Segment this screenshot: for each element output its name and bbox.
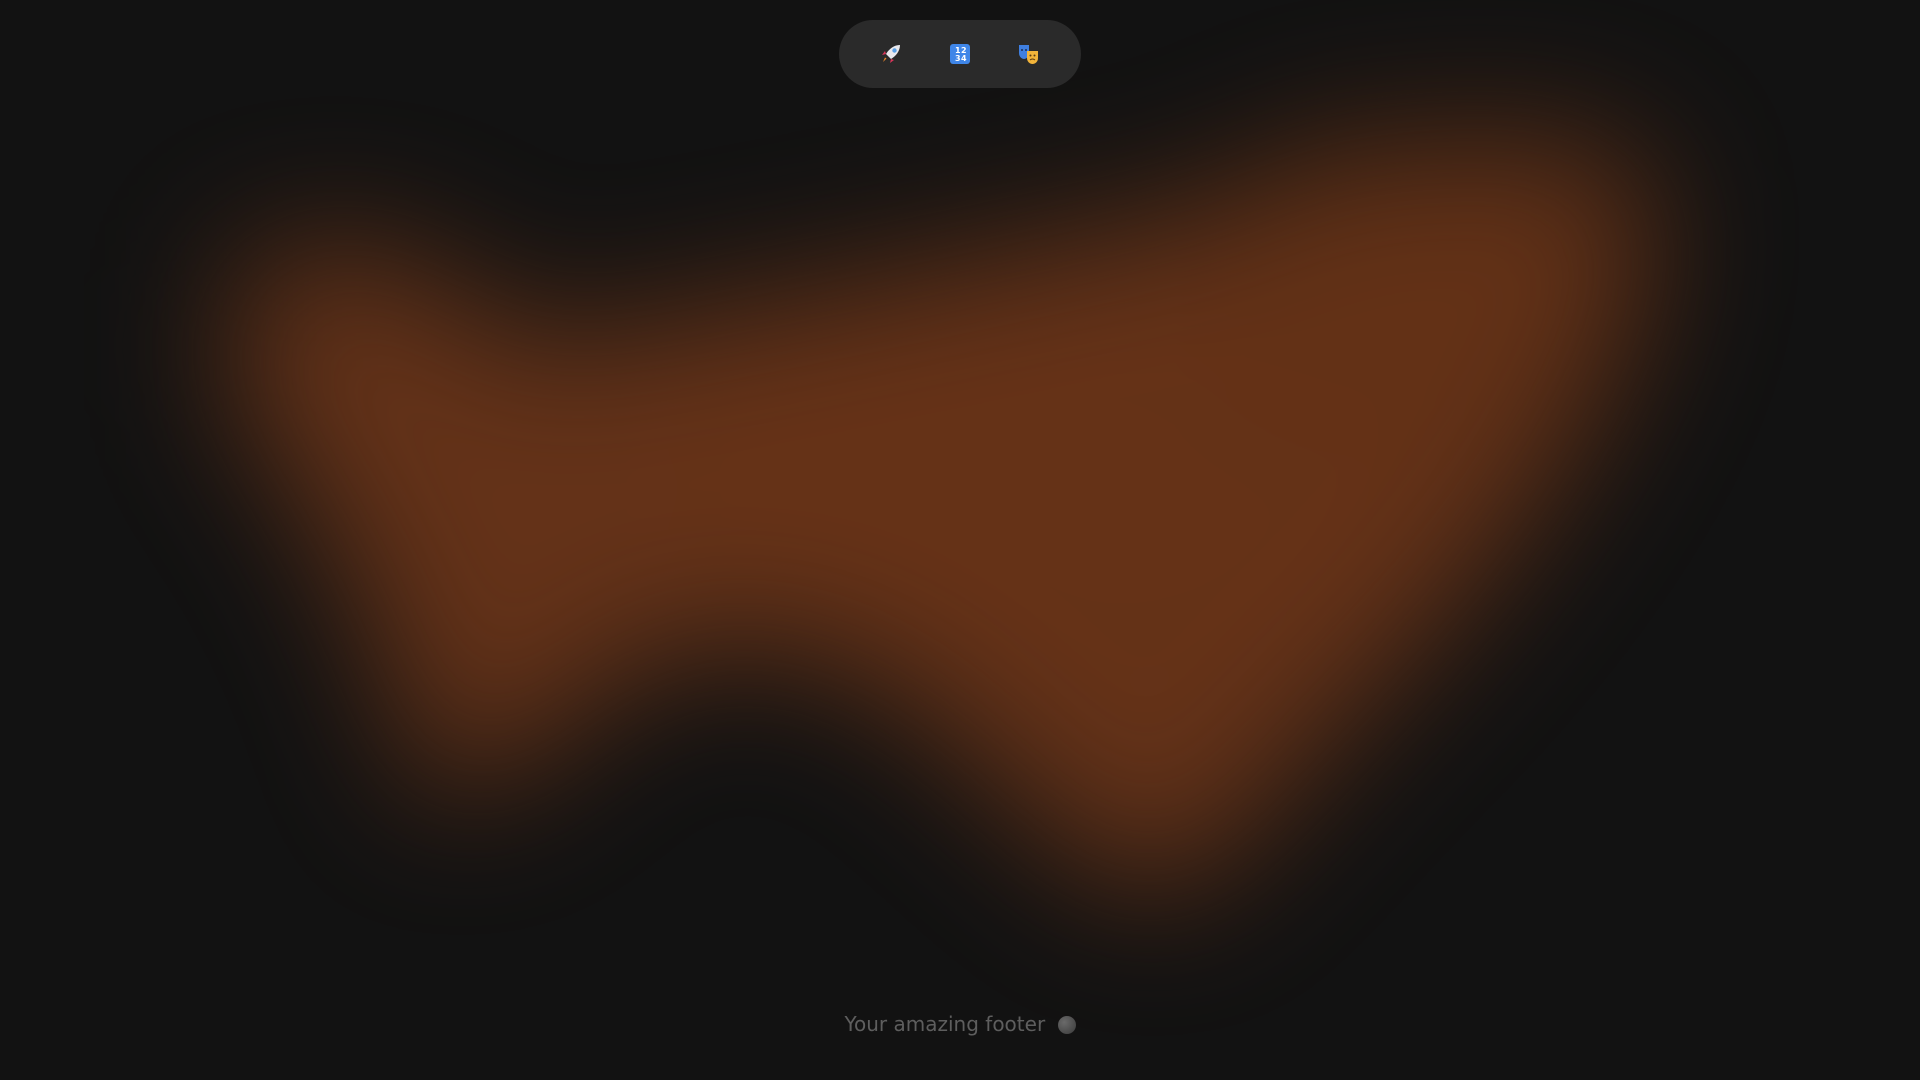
footer: Your amazing footer <box>0 1012 1920 1036</box>
background-glow <box>0 0 1920 1080</box>
footer-text: Your amazing footer <box>844 1012 1046 1036</box>
nav-item-rocket[interactable] <box>871 34 911 74</box>
input-numbers-icon: 1 2 3 4 <box>948 42 972 66</box>
globe-icon <box>1057 1016 1076 1034</box>
rocket-icon <box>879 42 903 66</box>
nav-item-numbers[interactable]: 1 2 3 4 <box>940 34 980 74</box>
svg-text:4: 4 <box>961 54 967 63</box>
svg-text:3: 3 <box>955 54 961 63</box>
top-nav-pill: 1 2 3 4 <box>839 20 1081 88</box>
performing-arts-icon <box>1017 42 1041 66</box>
page: 1 2 3 4 Your amazing footer <box>0 0 1920 1080</box>
nav-item-theater[interactable] <box>1009 34 1049 74</box>
